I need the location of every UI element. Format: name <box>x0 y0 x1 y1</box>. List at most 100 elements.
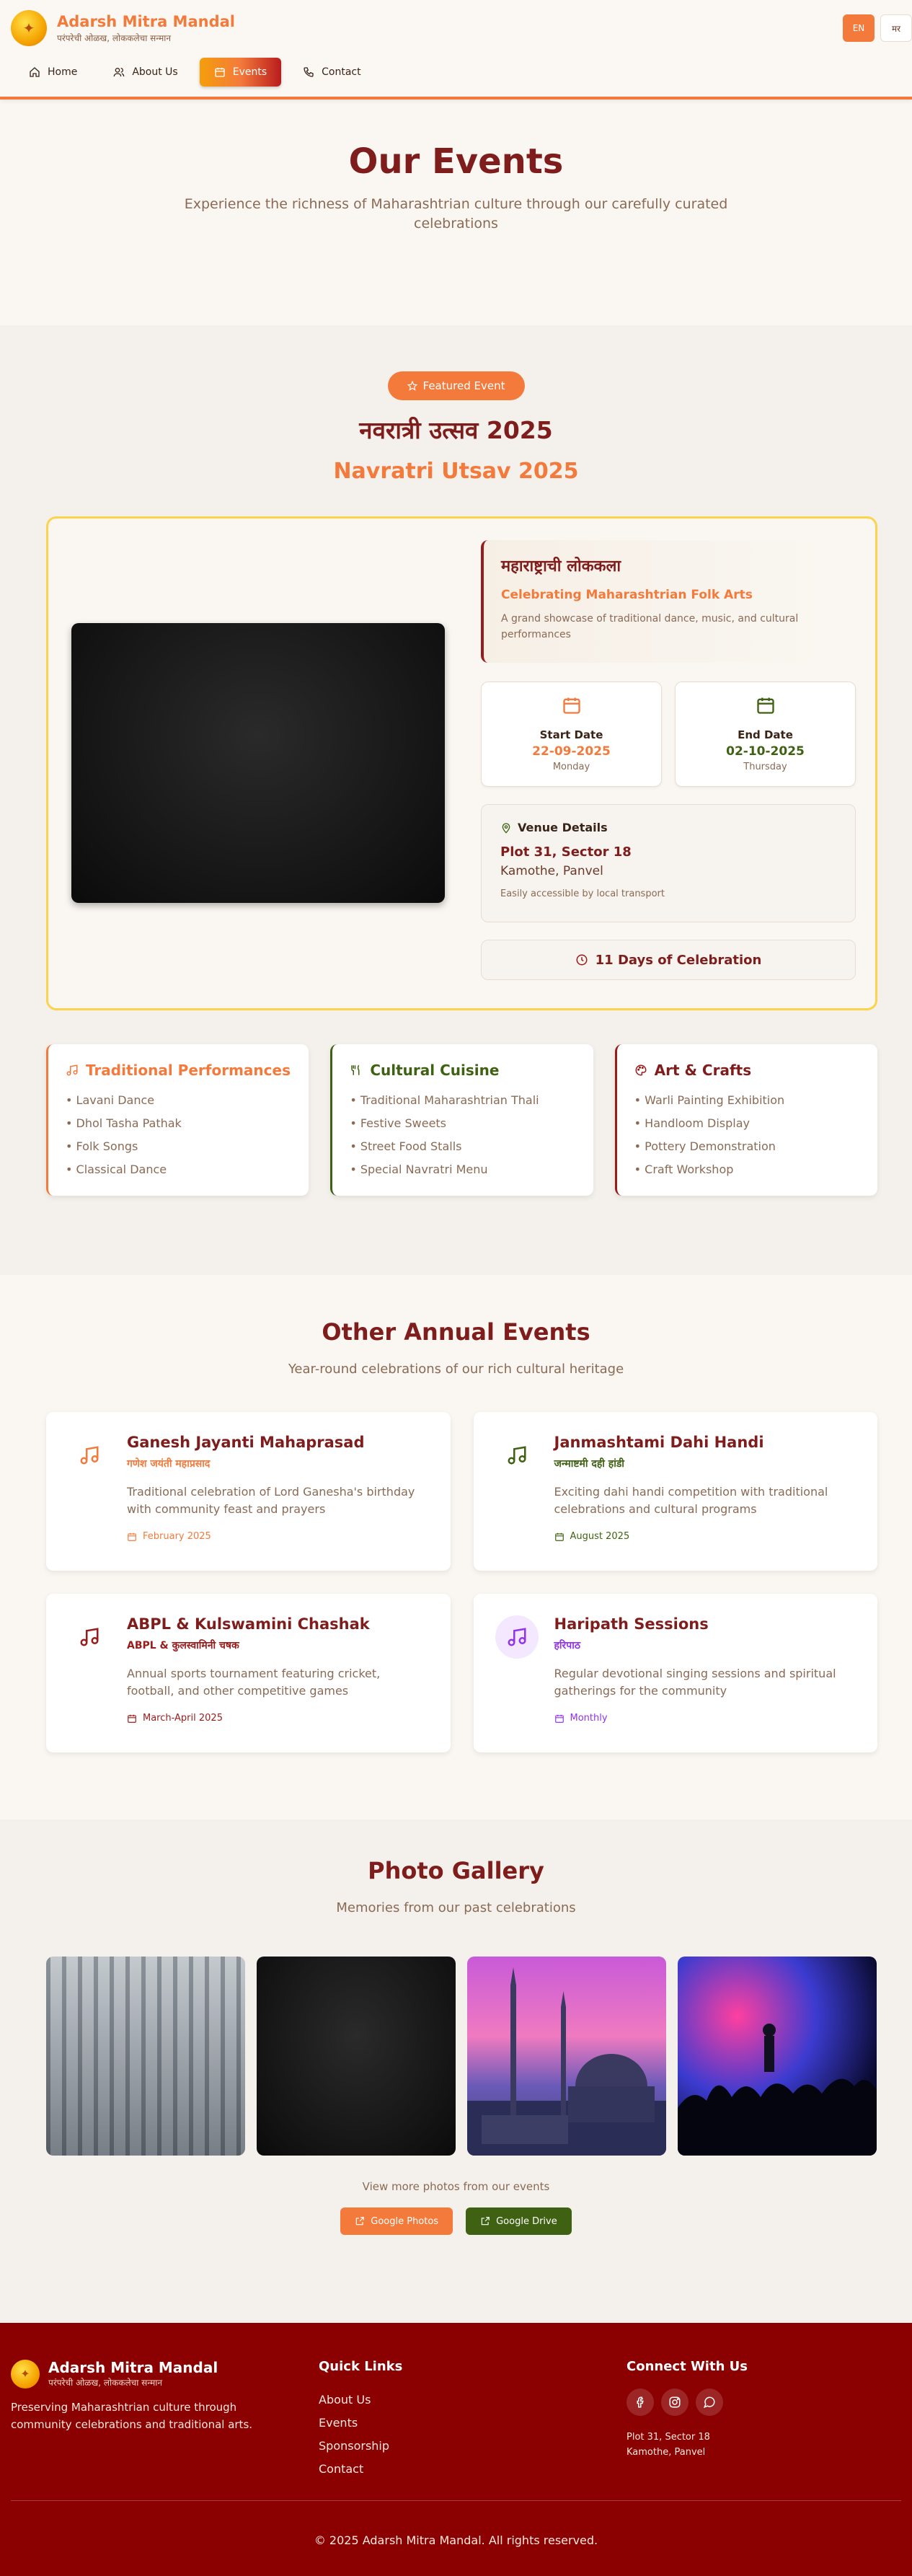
page-subtitle: Experience the richness of Maharashtrian… <box>184 196 728 231</box>
facebook-link[interactable] <box>627 2388 654 2416</box>
gallery-more-text: View more photos from our events <box>362 2180 550 2193</box>
footer-brand-tagline: परंपरेची ओळख, लोककलेचा सन्मान <box>48 2378 163 2388</box>
calendar-icon <box>554 1532 564 1541</box>
footer-connect: Connect With Us Plot 31, Sector 18 Kamot… <box>627 2359 748 2461</box>
footer-link-sponsorship[interactable]: Sponsorship <box>319 2435 402 2458</box>
event-date-label: Monthly <box>570 1713 608 1724</box>
phone-icon <box>304 67 314 77</box>
event-date: March-April 2025 <box>127 1713 429 1724</box>
event-card-ganesh[interactable]: Ganesh Jayanti Mahaprasad गणेश जयंती महा… <box>46 1412 451 1571</box>
nav-about[interactable]: About Us <box>99 58 192 87</box>
list-item: • Traditional Maharashtrian Thali <box>350 1093 539 1107</box>
footer-divider <box>11 2500 901 2501</box>
event-title-mr: ABPL & कुलस्वामिनी चषक <box>127 1640 239 1651</box>
instagram-icon <box>669 2396 681 2408</box>
list-item: • Lavani Dance <box>66 1093 155 1107</box>
page-title: Our Events <box>348 141 564 182</box>
category-title: Cultural Cuisine <box>350 1062 575 1079</box>
google-photos-button[interactable]: Google Photos <box>340 2207 453 2235</box>
calendar-icon <box>128 1532 136 1541</box>
lang-en-button[interactable]: EN <box>843 14 875 42</box>
calendar-icon <box>554 1714 564 1723</box>
nav-contact[interactable]: Contact <box>288 58 375 87</box>
gallery-photo[interactable] <box>46 1957 245 2156</box>
featured-image <box>71 623 445 903</box>
event-icon-wrap <box>68 1615 111 1659</box>
instagram-link[interactable] <box>661 2388 689 2416</box>
calendar-icon <box>128 1714 136 1723</box>
other-events-subtitle: Year-round celebrations of our rich cult… <box>288 1362 624 1377</box>
hero-section: Our Events Experience the richness of Ma… <box>0 100 912 325</box>
site-header: ✦ Adarsh Mitra Mandal परंपरेची ओळख, लोकक… <box>0 0 912 100</box>
footer-address-line2: Kamothe, Panvel <box>627 2446 706 2458</box>
nav-events[interactable]: Events <box>199 58 282 87</box>
list-item: • Special Navratri Menu <box>350 1163 488 1176</box>
other-events-title: Other Annual Events <box>322 1318 590 1346</box>
calendar-icon <box>215 68 225 77</box>
footer-brand: ✦ Adarsh Mitra Mandal परंपरेची ओळख, लोकक… <box>11 2359 270 2433</box>
lokkala-tagline: Celebrating Maharashtrian Folk Arts <box>501 588 753 602</box>
footer-description: Preserving Maharashtrian culture through… <box>11 2401 253 2431</box>
external-link-icon <box>356 2217 365 2226</box>
lokkala-block: महाराष्ट्राची लोककला Celebrating Maharas… <box>481 540 856 663</box>
category-title: Traditional Performances <box>66 1062 291 1079</box>
footer-link-about[interactable]: About Us <box>319 2388 402 2412</box>
google-drive-button[interactable]: Google Drive <box>466 2207 572 2235</box>
category-cuisine: Cultural Cuisine • Traditional Maharasht… <box>330 1044 593 1196</box>
nav-events-label: Events <box>232 66 267 78</box>
featured-categories: Traditional Performances • Lavani Dance … <box>46 1044 877 1196</box>
events-grid: Ganesh Jayanti Mahaprasad गणेश जयंती महा… <box>46 1412 877 1752</box>
footer-brand-name: Adarsh Mitra Mandal <box>48 2359 218 2376</box>
connect-title: Connect With Us <box>627 2359 748 2374</box>
whatsapp-link[interactable] <box>696 2388 723 2416</box>
photo-grid <box>46 1957 877 2156</box>
brand-name: Adarsh Mitra Mandal <box>57 12 235 30</box>
event-icon-wrap <box>68 1434 111 1477</box>
event-title: Haripath Sessions <box>554 1615 709 1633</box>
music-icon <box>80 1446 99 1465</box>
event-description: Exciting dahi handi competition with tra… <box>554 1485 828 1516</box>
end-date-label: End Date <box>738 728 793 741</box>
gallery-photo[interactable] <box>678 1957 877 2156</box>
site-footer: ✦ Adarsh Mitra Mandal परंपरेची ओळख, लोकक… <box>0 2323 912 2576</box>
start-date-day: Monday <box>552 762 590 772</box>
event-card-haripath[interactable]: Haripath Sessions हरिपाठ Regular devotio… <box>473 1594 877 1752</box>
footer-quick-links: Quick Links About Us Events Sponsorship … <box>319 2359 402 2481</box>
venue-note: Easily accessible by local transport <box>500 888 665 899</box>
gallery-photo[interactable] <box>467 1957 666 2156</box>
event-date: Monthly <box>554 1713 856 1724</box>
calendar-icon <box>756 697 774 714</box>
footer-link-events[interactable]: Events <box>319 2412 402 2435</box>
music-icon <box>508 1628 526 1646</box>
footer-link-contact[interactable]: Contact <box>319 2458 402 2481</box>
footer-address: Plot 31, Sector 18 Kamothe, Panvel <box>627 2430 748 2461</box>
venue-line2: Kamothe, Panvel <box>500 864 603 878</box>
list-item: • Street Food Stalls <box>350 1139 462 1153</box>
copyright: © 2025 Adarsh Mitra Mandal. All rights r… <box>314 2533 598 2547</box>
list-item: • Handloom Display <box>634 1116 750 1130</box>
category-title-label: Art & Crafts <box>654 1062 752 1079</box>
gallery-buttons: Google Photos Google Drive <box>0 2207 912 2235</box>
palette-icon <box>635 1064 647 1076</box>
dates-row: Start Date 22-09-2025 Monday End Date 02… <box>481 682 856 787</box>
footer-address-line1: Plot 31, Sector 18 <box>627 2432 710 2443</box>
gallery-photo[interactable] <box>257 1957 456 2156</box>
event-card-janmashtami[interactable]: Janmashtami Dahi Handi जन्माष्टमी दही हा… <box>473 1412 877 1571</box>
brand[interactable]: ✦ Adarsh Mitra Mandal परंपरेची ओळख, लोकक… <box>11 10 235 46</box>
list-item: • Pottery Demonstration <box>634 1139 776 1153</box>
event-description: Annual sports tournament featuring crick… <box>127 1667 381 1698</box>
venue-heading: Venue Details <box>500 821 836 834</box>
nav-home[interactable]: Home <box>14 58 92 87</box>
lang-mr-button[interactable]: मर <box>880 14 912 42</box>
quick-links-title: Quick Links <box>319 2359 403 2374</box>
event-title-mr: जन्माष्टमी दही हांडी <box>554 1458 624 1470</box>
venue-heading-label: Venue Details <box>518 821 608 834</box>
featured-badge-label: Featured Event <box>422 379 505 392</box>
featured-title-mr: नवरात्री उत्सव 2025 <box>359 416 553 444</box>
facebook-icon <box>637 2396 644 2408</box>
calendar-icon <box>562 697 580 714</box>
google-photos-label: Google Photos <box>371 2215 439 2227</box>
event-card-abpl[interactable]: ABPL & Kulswamini Chashak ABPL & कुलस्वा… <box>46 1594 451 1752</box>
list-item: • Classical Dance <box>66 1163 167 1176</box>
category-arts: Art & Crafts • Warli Painting Exhibition… <box>614 1044 877 1196</box>
